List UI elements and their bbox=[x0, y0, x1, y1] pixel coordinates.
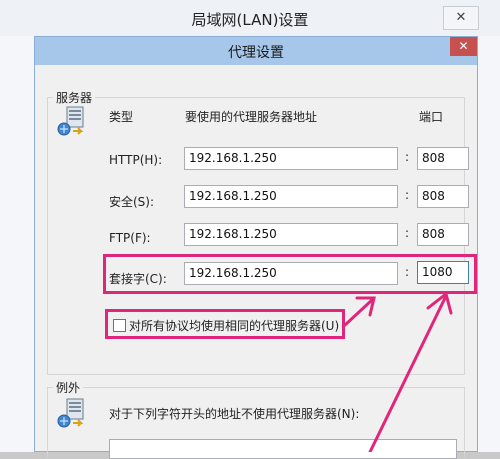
arrow-to-port-shaft bbox=[368, 294, 448, 452]
arrow-to-checkbox-shaft bbox=[343, 298, 374, 327]
annotation-arrows bbox=[343, 291, 453, 452]
